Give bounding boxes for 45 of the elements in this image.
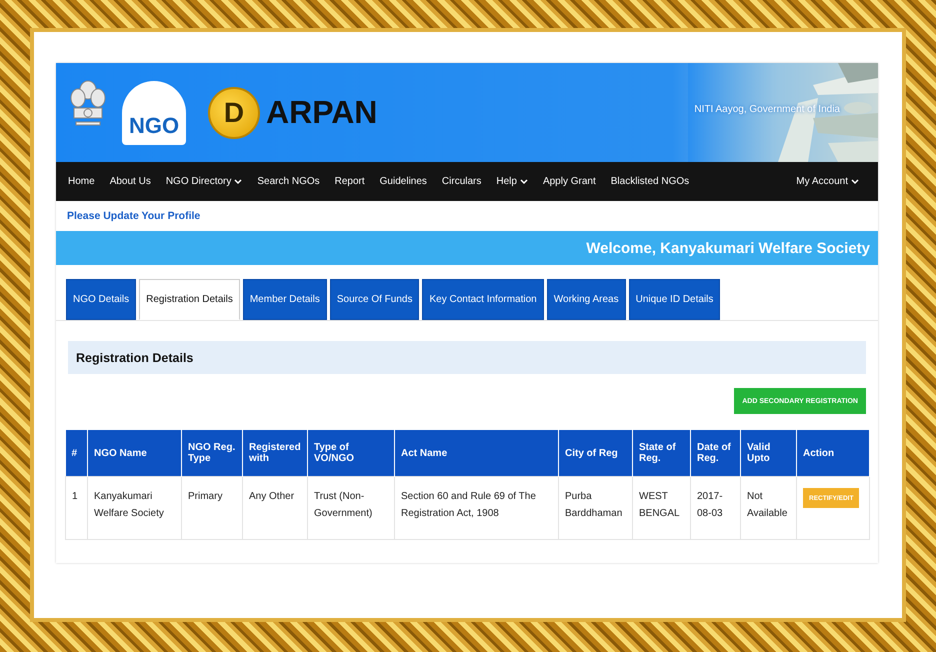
nav-link[interactable]: Circulars [436,176,488,187]
column-header: State of Reg. [632,430,690,476]
column-header: NGO Name [88,430,182,476]
nav-link[interactable]: Home [62,176,101,187]
table-cell: Primary [182,476,242,540]
table-cell: 1 [66,476,88,540]
nav-link[interactable]: Guidelines [374,176,433,187]
table-cell: 2017-08-03 [690,476,740,540]
tab[interactable]: NGO Details [66,279,136,320]
column-header: NGO Reg. Type [182,430,242,476]
nav-link[interactable]: Blacklisted NGOs [604,176,696,187]
table-cell: WEST BENGAL [632,476,690,540]
nav-link[interactable]: Report [328,176,371,187]
table-cell: Trust (Non-Government) [308,476,394,540]
profile-link[interactable]: Please Update Your Profile [56,201,212,231]
nav-link[interactable]: Help [490,176,534,187]
tab[interactable]: Unique ID Details [628,279,720,320]
tab[interactable]: Working Areas [546,279,626,320]
coin-logo: D [208,86,260,138]
table-cell: Any Other [242,476,308,540]
column-header: Type of VO/NGO [308,430,394,476]
table-cell: Not Available [740,476,796,540]
nav-link[interactable]: NGO Directory [160,176,248,187]
column-header: Registered with [242,430,308,476]
ngo-logo: NGO [122,80,186,144]
table-cell: Purba Barddhaman [558,476,632,540]
tab[interactable]: Key Contact Information [422,279,544,320]
panel-heading: Registration Details [68,341,866,374]
table-cell: Kanyakumari Welfare Society [88,476,182,540]
column-header: Act Name [394,430,558,476]
column-header: # [66,430,88,476]
table-cell: Section 60 and Rule 69 of The Registration Act, 1908 [394,476,558,540]
tab[interactable]: Registration Details [139,279,240,320]
site-title: ARPAN [266,94,378,131]
welcome-banner: Welcome, Kanyakumari Welfare Society [56,231,878,265]
tab[interactable]: Source Of Funds [330,279,420,320]
column-header: City of Reg [558,430,632,476]
nav-link[interactable]: About Us [104,176,157,187]
column-header: Date of Reg. [690,430,740,476]
tab[interactable]: Member Details [242,279,327,320]
column-header: Valid Upto [740,430,796,476]
nav-link[interactable]: Search NGOs [251,176,326,187]
account-menu[interactable]: My Account [790,176,865,187]
column-header: Action [796,430,870,476]
nav-link[interactable]: Apply Grant [536,176,602,187]
